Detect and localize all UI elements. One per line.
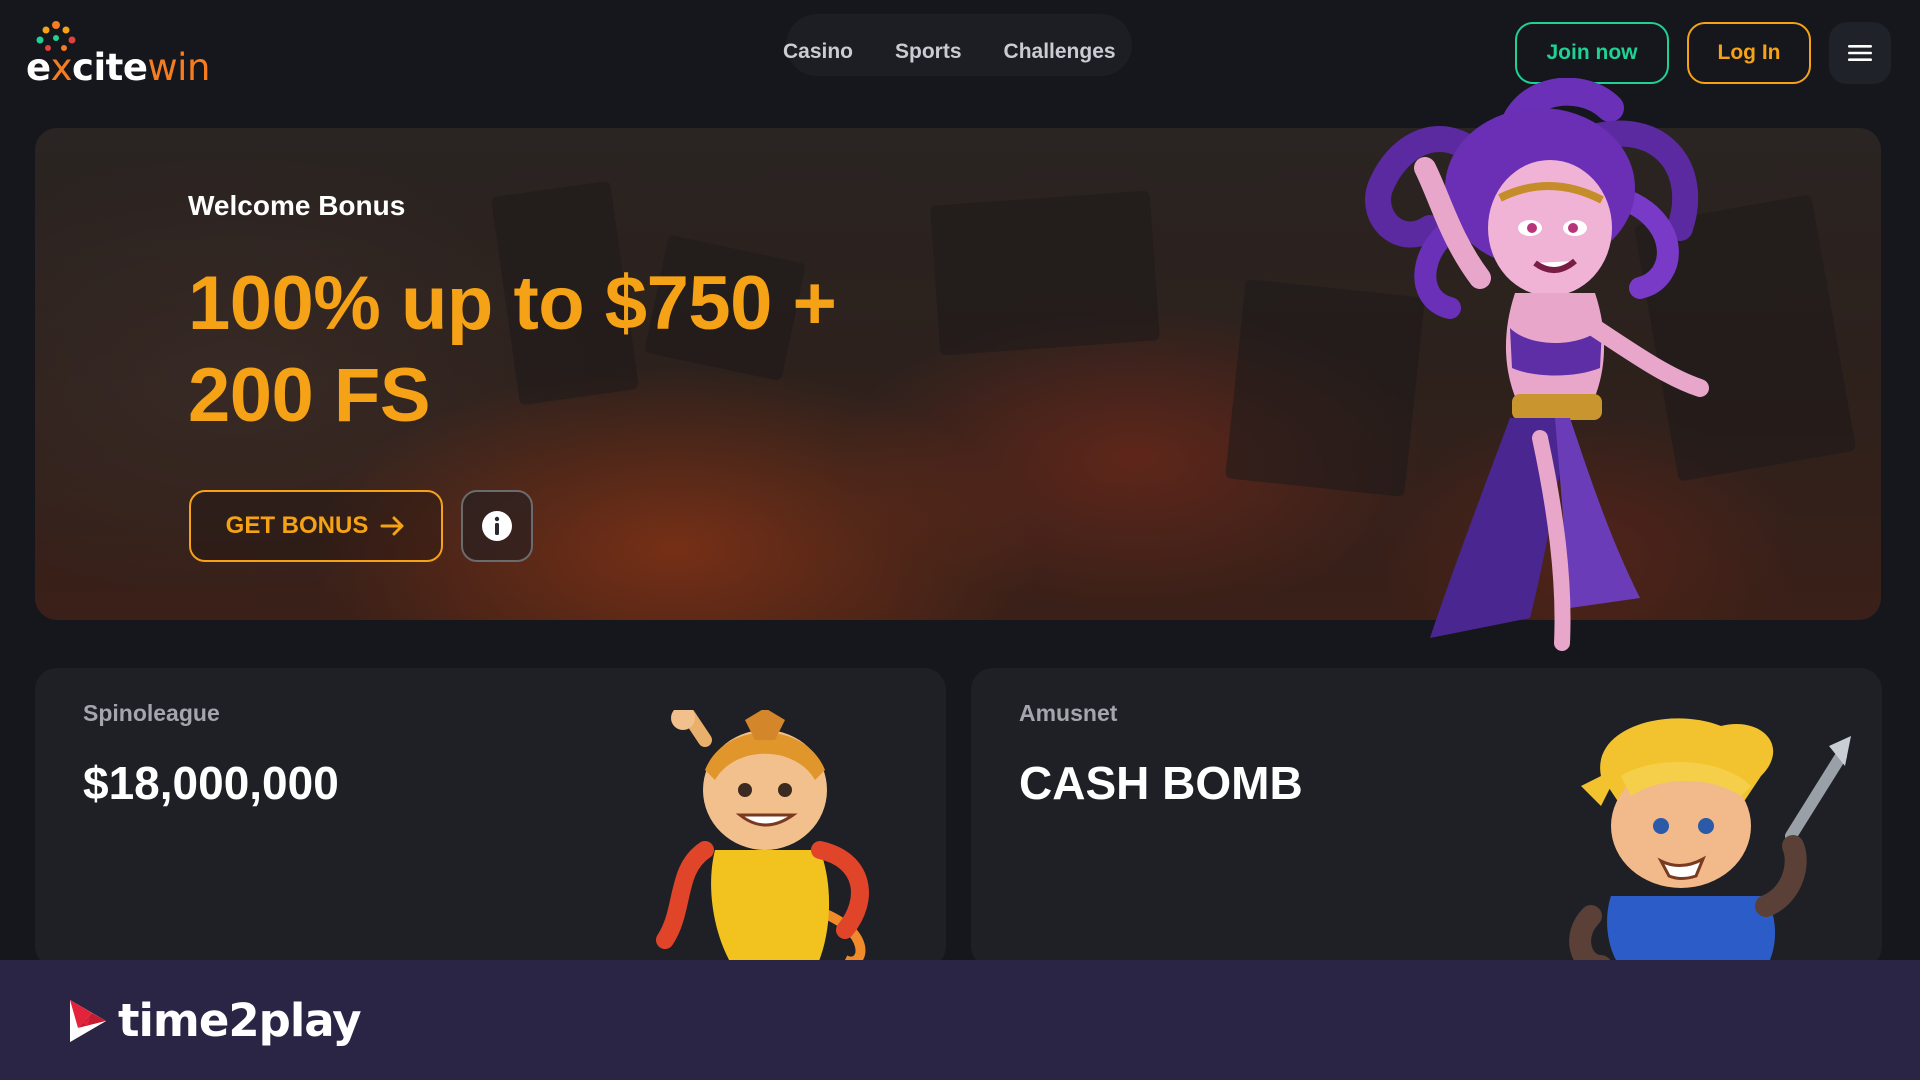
logo-wordmark: excitewin: [26, 46, 210, 89]
logo-text-win: win: [147, 46, 210, 89]
card-provider: Spinoleague: [83, 700, 220, 726]
logo-letter-e: e: [26, 46, 51, 89]
promo-card-amusnet[interactable]: Amusnet CASH BOMB: [971, 668, 1882, 968]
info-icon: [482, 511, 512, 541]
hero-title-line-2: 200 FS: [188, 353, 431, 438]
promo-card-spinoleague[interactable]: Spinoleague $18,000,000: [35, 668, 946, 968]
monkey-king-character-illustration: [656, 710, 869, 968]
nav-item-challenges[interactable]: Challenges: [1004, 30, 1116, 74]
logo-text-cite: cite: [72, 46, 148, 89]
time2play-logo-icon: [70, 1000, 106, 1042]
card-title: $18,000,000: [83, 757, 339, 809]
medusa-character-illustration: [1365, 78, 1709, 651]
time2play-wordmark[interactable]: time2play: [118, 994, 362, 1047]
hamburger-icon: [1848, 45, 1872, 61]
card-provider: Amusnet: [1019, 700, 1118, 726]
logo-letter-x: x: [50, 46, 73, 89]
hero-title-line-1: 100% up to $750 +: [188, 261, 837, 346]
get-bonus-label: GET BONUS: [225, 512, 369, 539]
join-now-button[interactable]: Join now: [1515, 22, 1669, 84]
get-bonus-button[interactable]: GET BONUS: [189, 490, 443, 562]
arrow-right-icon: [380, 516, 404, 536]
background-rock: [930, 190, 1160, 356]
nav-item-sports[interactable]: Sports: [895, 30, 962, 74]
menu-button[interactable]: [1829, 22, 1891, 84]
bonus-info-button[interactable]: [461, 490, 533, 562]
log-in-button[interactable]: Log In: [1687, 22, 1811, 84]
time2play-footer-bar: time2play: [0, 960, 1920, 1080]
excitewin-logo[interactable]: excitewin: [26, 20, 226, 90]
hero-subtitle: Welcome Bonus: [188, 190, 406, 221]
blond-warrior-character-illustration: [1569, 718, 1851, 968]
main-nav: Casino Sports Challenges: [783, 30, 1116, 74]
card-title: CASH BOMB: [1019, 757, 1303, 809]
hero-title: 100% up to $750 + 200 FS: [188, 258, 928, 442]
nav-item-casino[interactable]: Casino: [783, 30, 853, 74]
